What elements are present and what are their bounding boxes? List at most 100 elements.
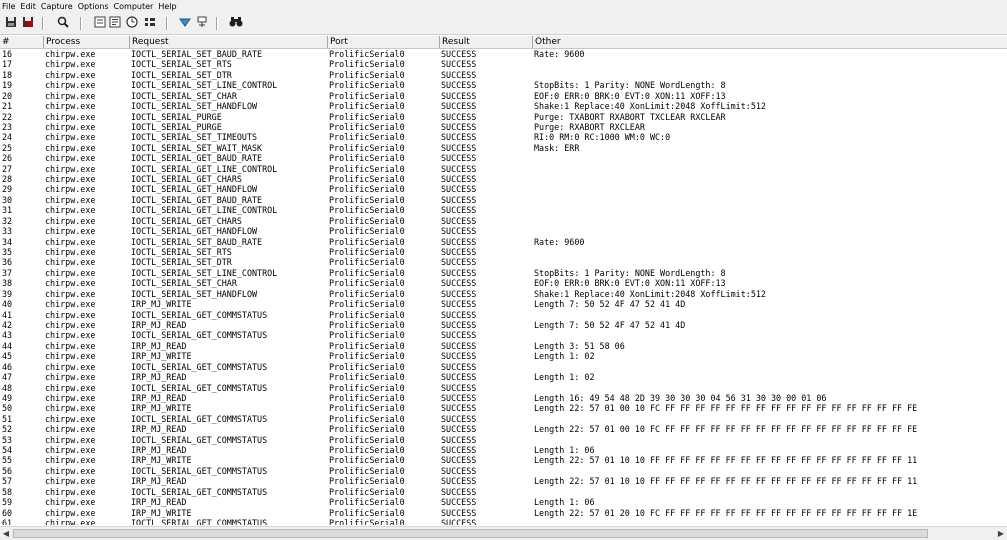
other-cell: StopBits: 1 Parity: NONE WordLength: 8 [534, 80, 726, 91]
table-row[interactable]: 32 chirpw.exe IOCTL_SERIAL_GET_CHARS Prolif… [0, 216, 1007, 226]
table-row[interactable]: 21 chirpw.exe IOCTL_SERIAL_SET_HANDFLOW Pro… [0, 101, 1007, 111]
result-cell: SUCCESS [441, 184, 477, 195]
table-row[interactable]: 22 chirpw.exe IOCTL_SERIAL_PURGE ProlificSe… [0, 112, 1007, 122]
row-number: 18 [2, 69, 13, 80]
process-cell: chirpw.exe [45, 455, 96, 466]
table-row[interactable]: 49 chirpw.exe IRP_MJ_READ ProlificSerial0 SU… [0, 393, 1007, 403]
request-cell: IOCTL_SERIAL_GET_LINE_CONTROL [131, 205, 278, 216]
table-row[interactable]: 30 chirpw.exe IOCTL_SERIAL_GET_BAUD_RATE Pr… [0, 195, 1007, 205]
table-row[interactable]: 36 chirpw.exe IOCTL_SERIAL_SET_DTR Prolific… [0, 257, 1007, 267]
table-row[interactable]: 55 chirpw.exe IRP_MJ_WRITE ProlificSerial0 S… [0, 455, 1007, 465]
port-cell: ProlificSerial0 [329, 247, 405, 258]
request-cell: IRP_MJ_READ [131, 319, 187, 330]
table-row[interactable]: 27 chirpw.exe IOCTL_SERIAL_GET_LINE_CONTRO… [0, 164, 1007, 174]
filter-icon[interactable] [93, 16, 107, 30]
column-header-result[interactable]: Result [439, 36, 532, 48]
process-cell: chirpw.exe [45, 517, 96, 525]
clock-icon[interactable] [125, 16, 139, 30]
row-number: 60 [2, 507, 13, 518]
table-row[interactable]: 61 chirpw.exe IOCTL_SERIAL_GET_COMMSTATUS P… [0, 518, 1007, 525]
highlight-icon[interactable] [178, 16, 192, 30]
column-header-number[interactable]: # [0, 36, 43, 48]
process-cell: chirpw.exe [45, 257, 96, 268]
request-cell: IOCTL_SERIAL_SET_BAUD_RATE [131, 49, 263, 59]
column-header-process[interactable]: Process [43, 36, 129, 48]
table-row[interactable]: 39 chirpw.exe IOCTL_SERIAL_SET_HANDFLOW Pro… [0, 289, 1007, 299]
table-row[interactable]: 47 chirpw.exe IRP_MJ_READ ProlificSerial0 SU… [0, 372, 1007, 382]
scroll-right-icon[interactable]: ▶ [995, 528, 1007, 539]
save-red-icon[interactable] [21, 16, 35, 30]
table-row[interactable]: 31 chirpw.exe IOCTL_SERIAL_GET_LINE_CONTRO… [0, 205, 1007, 215]
menu-edit[interactable]: Edit [18, 0, 39, 14]
horizontal-scrollbar[interactable]: ◀ ▶ [0, 526, 1007, 540]
search-icon[interactable] [56, 16, 70, 30]
result-cell: SUCCESS [441, 372, 477, 383]
port-cell: ProlificSerial0 [329, 403, 405, 414]
row-number: 55 [2, 455, 13, 466]
table-row[interactable]: 60 chirpw.exe IRP_MJ_WRITE ProlificSerial0 S… [0, 508, 1007, 518]
table-row[interactable]: 16 chirpw.exe IOCTL_SERIAL_SET_BAUD_RATE Pr… [0, 49, 1007, 59]
bookmark-icon[interactable] [195, 16, 209, 30]
table-row[interactable]: 48 chirpw.exe IOCTL_SERIAL_GET_COMMSTATUS P… [0, 383, 1007, 393]
table-row[interactable]: 38 chirpw.exe IOCTL_SERIAL_SET_CHAR Prolifi… [0, 278, 1007, 288]
columns-icon[interactable] [143, 16, 157, 30]
table-row[interactable]: 18 chirpw.exe IOCTL_SERIAL_SET_DTR Prolific… [0, 70, 1007, 80]
row-number: 59 [2, 497, 13, 508]
table-row[interactable]: 19 chirpw.exe IOCTL_SERIAL_SET_LINE_CONTRO… [0, 80, 1007, 90]
table-row[interactable]: 35 chirpw.exe IOCTL_SERIAL_SET_RTS Prolific… [0, 247, 1007, 257]
table-row[interactable]: 45 chirpw.exe IRP_MJ_WRITE ProlificSerial0 S… [0, 351, 1007, 361]
table-row[interactable]: 52 chirpw.exe IRP_MJ_READ ProlificSerial0 SU… [0, 424, 1007, 434]
table-row[interactable]: 28 chirpw.exe IOCTL_SERIAL_GET_CHARS Prolif… [0, 174, 1007, 184]
table-row[interactable]: 29 chirpw.exe IOCTL_SERIAL_GET_HANDFLOW Pro… [0, 184, 1007, 194]
request-cell: IOCTL_SERIAL_GET_COMMSTATUS [131, 413, 268, 424]
row-number: 30 [2, 194, 13, 205]
table-row[interactable]: 56 chirpw.exe IOCTL_SERIAL_GET_COMMSTATUS P… [0, 466, 1007, 476]
menu-computer[interactable]: Computer [112, 0, 157, 14]
table-row[interactable]: 20 chirpw.exe IOCTL_SERIAL_SET_CHAR Prolifi… [0, 91, 1007, 101]
table-row[interactable]: 50 chirpw.exe IRP_MJ_WRITE ProlificSerial0 S… [0, 403, 1007, 413]
request-cell: IOCTL_SERIAL_GET_HANDFLOW [131, 226, 258, 237]
table-row[interactable]: 53 chirpw.exe IOCTL_SERIAL_GET_COMMSTATUS P… [0, 435, 1007, 445]
menu-options[interactable]: Options [76, 0, 112, 14]
table-row[interactable]: 54 chirpw.exe IRP_MJ_READ ProlificSerial0 SU… [0, 445, 1007, 455]
column-header-request[interactable]: Request [129, 36, 327, 48]
column-header-other[interactable]: Other [532, 36, 1007, 48]
result-cell: SUCCESS [441, 403, 477, 414]
request-cell: IRP_MJ_READ [131, 497, 187, 508]
result-cell: SUCCESS [441, 465, 477, 476]
menu-file[interactable]: File [0, 0, 18, 14]
table-row[interactable]: 33 chirpw.exe IOCTL_SERIAL_GET_HANDFLOW Pro… [0, 226, 1007, 236]
table-row[interactable]: 59 chirpw.exe IRP_MJ_READ ProlificSerial0 SU… [0, 497, 1007, 507]
properties-icon[interactable] [108, 16, 122, 30]
port-cell: ProlificSerial0 [329, 90, 405, 101]
table-row[interactable]: 42 chirpw.exe IRP_MJ_READ ProlificSerial0 SU… [0, 320, 1007, 330]
port-cell: ProlificSerial0 [329, 163, 405, 174]
table-row[interactable]: 46 chirpw.exe IOCTL_SERIAL_GET_COMMSTATUS P… [0, 362, 1007, 372]
save-icon[interactable] [4, 16, 18, 30]
table-row[interactable]: 34 chirpw.exe IOCTL_SERIAL_SET_BAUD_RATE Pr… [0, 237, 1007, 247]
table-row[interactable]: 37 chirpw.exe IOCTL_SERIAL_SET_LINE_CONTRO… [0, 268, 1007, 278]
menu-capture[interactable]: Capture [39, 0, 76, 14]
table-row[interactable]: 40 chirpw.exe IRP_MJ_WRITE ProlificSerial0 S… [0, 299, 1007, 309]
request-cell: IOCTL_SERIAL_SET_BAUD_RATE [131, 236, 263, 247]
column-header-port[interactable]: Port [327, 36, 439, 48]
table-row[interactable]: 57 chirpw.exe IRP_MJ_READ ProlificSerial0 SU… [0, 476, 1007, 486]
table-row[interactable]: 41 chirpw.exe IOCTL_SERIAL_GET_COMMSTATUS P… [0, 310, 1007, 320]
scroll-left-icon[interactable]: ◀ [0, 528, 12, 539]
result-cell: SUCCESS [441, 517, 477, 525]
table-row[interactable]: 58 chirpw.exe IOCTL_SERIAL_GET_COMMSTATUS P… [0, 487, 1007, 497]
table-row[interactable]: 44 chirpw.exe IRP_MJ_READ ProlificSerial0 SU… [0, 341, 1007, 351]
table-row[interactable]: 51 chirpw.exe IOCTL_SERIAL_GET_COMMSTATUS P… [0, 414, 1007, 424]
process-cell: chirpw.exe [45, 121, 96, 132]
row-number: 61 [2, 517, 13, 525]
table-row[interactable]: 25 chirpw.exe IOCTL_SERIAL_SET_WAIT_MASK Pr… [0, 143, 1007, 153]
menu-help[interactable]: Help [156, 0, 179, 14]
table-row[interactable]: 17 chirpw.exe IOCTL_SERIAL_SET_RTS Prolific… [0, 59, 1007, 69]
find-icon[interactable] [229, 16, 243, 30]
table-row[interactable]: 26 chirpw.exe IOCTL_SERIAL_GET_BAUD_RATE Pr… [0, 153, 1007, 163]
process-cell: chirpw.exe [45, 226, 96, 237]
table-row[interactable]: 24 chirpw.exe IOCTL_SERIAL_SET_TIMEOUTS Pro… [0, 132, 1007, 142]
table-row[interactable]: 43 chirpw.exe IOCTL_SERIAL_GET_COMMSTATUS P… [0, 330, 1007, 340]
scrollbar-thumb[interactable] [13, 529, 928, 538]
table-row[interactable]: 23 chirpw.exe IOCTL_SERIAL_PURGE ProlificSe… [0, 122, 1007, 132]
